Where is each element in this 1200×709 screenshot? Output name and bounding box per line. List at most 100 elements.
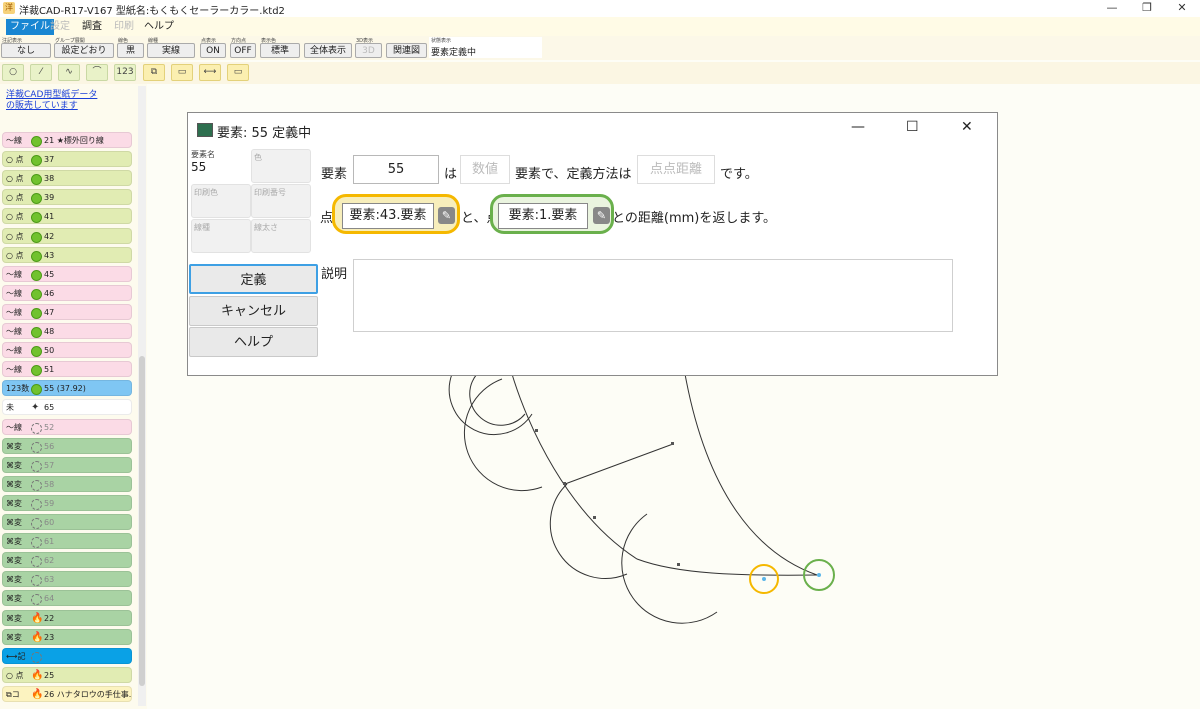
define-button[interactable]: 定義: [189, 264, 318, 294]
element-list-item[interactable]: ⌘変 63: [2, 571, 132, 587]
point-marker[interactable]: [535, 429, 538, 432]
fit-all-button[interactable]: 全体表示: [304, 43, 352, 58]
arc-tool-icon[interactable]: ⌒: [86, 64, 108, 81]
point-marker[interactable]: [563, 482, 566, 485]
line-color-button[interactable]: 黒: [117, 43, 144, 58]
status-dot-icon: [31, 652, 42, 663]
line-tool-icon[interactable]: ⁄: [30, 64, 52, 81]
element-list-item[interactable]: ⌘変 62: [2, 552, 132, 568]
element-label: 55 (37.92): [44, 384, 86, 393]
element-list-item[interactable]: ⌘変 60: [2, 514, 132, 530]
element-list-scrollbar[interactable]: [138, 86, 146, 706]
point-marker[interactable]: [671, 442, 674, 445]
element-list-item[interactable]: 〜線 45: [2, 266, 132, 282]
line-type-button[interactable]: 実線: [147, 43, 195, 58]
element-list-item[interactable]: ○ 点 🔥 25: [2, 667, 132, 683]
copy-tool-icon[interactable]: ⧉: [143, 64, 165, 81]
element-list-item[interactable]: 123数 55 (37.92): [2, 380, 132, 396]
dialog-minimize-button[interactable]: —: [851, 119, 865, 135]
status-dot-icon: [31, 594, 42, 605]
dialog-close-button[interactable]: ✕: [961, 119, 973, 135]
point-1-marker[interactable]: [817, 573, 821, 577]
element-list-item[interactable]: ○ 点 37: [2, 151, 132, 167]
menu-help[interactable]: ヘルプ: [140, 19, 178, 35]
element-list-item[interactable]: ⌘変 61: [2, 533, 132, 549]
arc-3[interactable]: [621, 513, 718, 624]
element-list-item[interactable]: 〜線 52: [2, 419, 132, 435]
group-expand-button[interactable]: 設定どおり: [54, 43, 114, 58]
element-list-item[interactable]: 〜線 48: [2, 323, 132, 339]
status-dot-icon: [31, 556, 42, 567]
element-type-label: ⌘変: [6, 556, 22, 565]
element-list-item[interactable]: ⌘変 59: [2, 495, 132, 511]
element-list-item[interactable]: ○ 点 39: [2, 189, 132, 205]
element-list-item[interactable]: ○ 点 38: [2, 170, 132, 186]
element-type-label: ⌘変: [6, 594, 22, 603]
description-textarea[interactable]: [353, 259, 953, 332]
point-tool-icon[interactable]: ○: [2, 64, 24, 81]
element-number-input[interactable]: 55: [353, 155, 439, 184]
menu-settings[interactable]: 設定: [46, 19, 74, 35]
element-list-item[interactable]: 〜線 46: [2, 285, 132, 301]
3d-display-button[interactable]: 3D: [355, 43, 382, 58]
element-type-label: 未: [6, 403, 14, 412]
related-diagram-button[interactable]: 関連図: [386, 43, 427, 58]
point-display-button[interactable]: ON: [200, 43, 226, 58]
dialog-maximize-button[interactable]: ☐: [906, 119, 919, 135]
display-color-group: 表示色 標準: [260, 37, 300, 59]
element-list-item[interactable]: ⌘変 58: [2, 476, 132, 492]
restore-button[interactable]: ❐: [1138, 1, 1156, 15]
definition-method-select[interactable]: 点点距離: [637, 155, 715, 184]
point-2-field[interactable]: 要素:1.要素: [498, 203, 588, 229]
pattern-curve-outer[interactable]: [684, 373, 818, 576]
arc-4[interactable]: [448, 373, 533, 436]
pick-pencil-icon[interactable]: ✎: [593, 207, 610, 224]
element-list-item[interactable]: ○ 点 41: [2, 208, 132, 224]
element-list-item[interactable]: 〜線 21 ★標外回り線: [2, 132, 132, 148]
status-dot-icon: [31, 365, 42, 376]
element-list-item[interactable]: ⌘変 64: [2, 590, 132, 606]
menu-investigate[interactable]: 調査: [78, 19, 106, 35]
arc-5[interactable]: [469, 373, 526, 426]
folder-tool-icon[interactable]: ▭: [171, 64, 193, 81]
toolbar: 注記表示 なし グループ展開 設定どおり 線色 黒 線種 実線 点表示 ON 方…: [0, 36, 1200, 60]
arc-1[interactable]: [463, 378, 543, 492]
element-list-item[interactable]: 〜線 50: [2, 342, 132, 358]
element-list-item[interactable]: ⟷記: [2, 648, 132, 664]
note-tool-icon[interactable]: ▭: [227, 64, 249, 81]
curve-tool-icon[interactable]: ∿: [58, 64, 80, 81]
element-list-item[interactable]: ⧉コ 🔥 26 ハナタロウの手仕事...: [2, 686, 132, 702]
element-list-item[interactable]: 〜線 47: [2, 304, 132, 320]
element-list-item[interactable]: ○ 点 42: [2, 228, 132, 244]
point-43-marker[interactable]: [762, 577, 766, 581]
element-list-item[interactable]: ○ 点 43: [2, 247, 132, 263]
point-1-field[interactable]: 要素:43.要素: [342, 203, 434, 229]
close-button[interactable]: ✕: [1173, 1, 1191, 15]
point-marker[interactable]: [593, 516, 596, 519]
scrollbar-thumb[interactable]: [139, 356, 145, 686]
cancel-button[interactable]: キャンセル: [189, 296, 318, 326]
menu-print[interactable]: 印刷: [110, 19, 138, 35]
fire-icon: 🔥: [31, 632, 44, 643]
element-list-item[interactable]: ⌘変 57: [2, 457, 132, 473]
element-list-item[interactable]: ⌘変 🔥 22: [2, 610, 132, 626]
direction-point-button[interactable]: OFF: [230, 43, 256, 58]
element-list-item[interactable]: 未 ✦ 65: [2, 399, 132, 415]
element-list-item[interactable]: ⌘変 56: [2, 438, 132, 454]
promo-link[interactable]: 洋裁CAD用型紙データ の販売しています: [6, 90, 97, 112]
note-display-button[interactable]: なし: [1, 43, 51, 58]
arc-2[interactable]: [549, 483, 628, 579]
minimize-button[interactable]: —: [1103, 1, 1121, 15]
connecting-line[interactable]: [564, 443, 674, 485]
dimension-tool-icon[interactable]: ⟷: [199, 64, 221, 81]
display-color-button[interactable]: 標準: [260, 43, 300, 58]
element-list-item[interactable]: 〜線 51: [2, 361, 132, 377]
pick-pencil-icon[interactable]: ✎: [438, 207, 455, 224]
point-marker[interactable]: [677, 563, 680, 566]
element-label: 46: [44, 289, 55, 298]
number-tool-icon[interactable]: 123: [114, 64, 136, 81]
pattern-curve-main[interactable]: [511, 373, 818, 576]
element-type-select[interactable]: 数値: [460, 155, 510, 184]
element-list-item[interactable]: ⌘変 🔥 23: [2, 629, 132, 645]
help-button[interactable]: ヘルプ: [189, 327, 318, 357]
